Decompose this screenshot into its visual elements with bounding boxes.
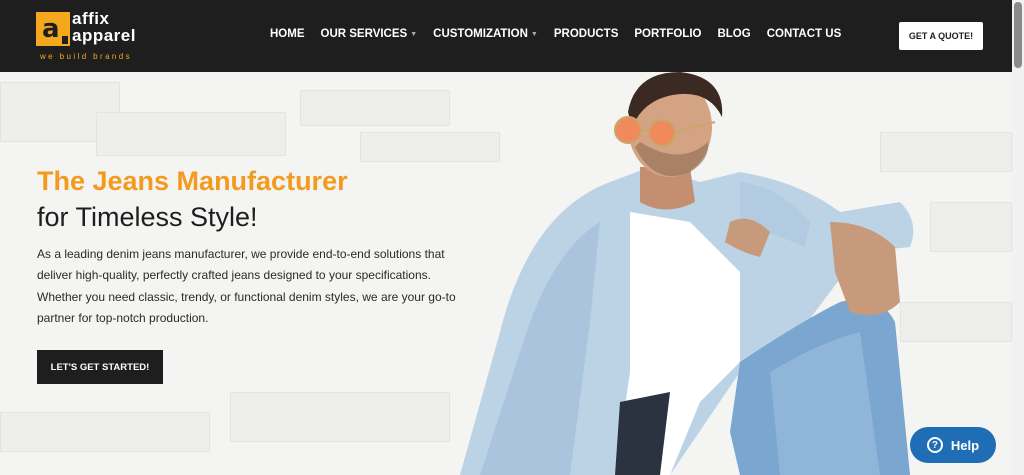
- page-scrollbar[interactable]: [1012, 0, 1024, 475]
- hero-title: for Timeless Style!: [37, 202, 258, 232]
- get-started-button[interactable]: LET'S GET STARTED!: [37, 350, 163, 384]
- question-icon: ?: [926, 437, 943, 453]
- wall-pattern: [230, 392, 450, 442]
- hero-title-highlight: The Jeans Manufacturer: [37, 166, 348, 196]
- nav-our-services[interactable]: OUR SERVICES ▼: [321, 28, 418, 40]
- nav-customization[interactable]: CUSTOMIZATION ▼: [433, 28, 538, 40]
- nav-contact-us[interactable]: CONTACT US: [767, 28, 842, 40]
- nav-blog[interactable]: BLOG: [717, 28, 750, 40]
- hero-section: The Jeans Manufacturer for Timeless Styl…: [0, 72, 1012, 475]
- help-label: Help: [950, 437, 980, 453]
- wall-pattern: [0, 412, 210, 452]
- help-button[interactable]: ? Help: [910, 427, 996, 463]
- main-nav: HOME OUR SERVICES ▼ CUSTOMIZATION ▼ PROD…: [270, 28, 857, 40]
- hero-model-image: [460, 72, 914, 475]
- brand-logo[interactable]: a affix apparel we build brands: [34, 10, 149, 64]
- nav-home[interactable]: HOME: [270, 28, 305, 40]
- nav-products[interactable]: PRODUCTS: [554, 28, 619, 40]
- logo-tagline: we build brands: [40, 52, 133, 61]
- get-a-quote-button[interactable]: GET A QUOTE!: [899, 22, 983, 50]
- hero-description: As a leading denim jeans manufacturer, w…: [37, 247, 456, 325]
- scrollbar-thumb[interactable]: [1014, 2, 1022, 68]
- nav-portfolio[interactable]: PORTFOLIO: [634, 28, 701, 40]
- chevron-down-icon: ▼: [410, 30, 418, 38]
- logo-word-2: apparel: [72, 26, 136, 45]
- chevron-down-icon: ▼: [530, 30, 538, 38]
- wall-pattern: [300, 90, 450, 126]
- logo-mark-icon: a: [36, 12, 70, 46]
- site-header: a affix apparel we build brands HOME OUR…: [0, 0, 1012, 72]
- wall-pattern: [96, 112, 286, 156]
